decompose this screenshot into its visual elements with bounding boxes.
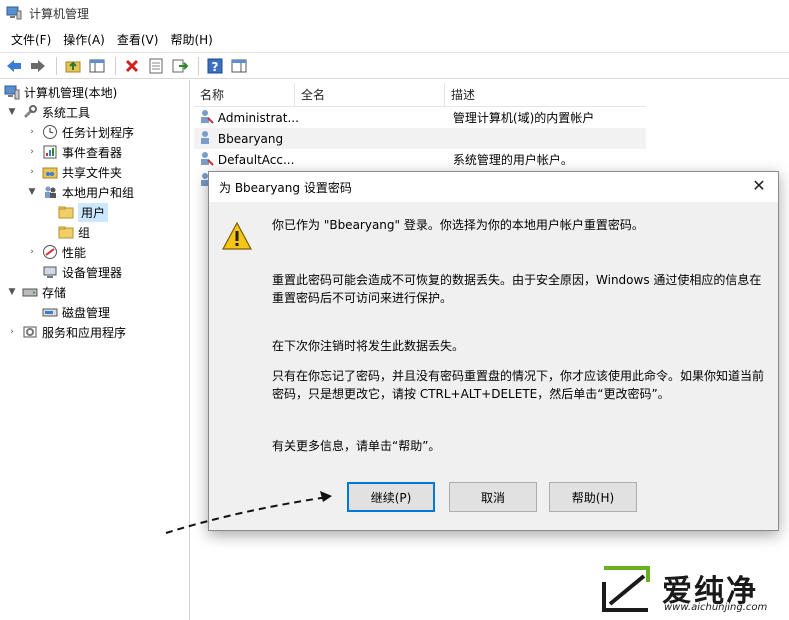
- computer-management-icon: [4, 84, 20, 100]
- toolbar-separator: [56, 56, 57, 75]
- services-icon: [22, 324, 38, 340]
- show-tree-icon[interactable]: [86, 56, 108, 76]
- tree-item-groups[interactable]: 组: [58, 222, 90, 242]
- tree-label: 服务和应用程序: [42, 325, 127, 340]
- performance-icon: [42, 244, 58, 260]
- cell-name: DefaultAcc...: [217, 152, 295, 167]
- dashed-arrow-annotation: [165, 491, 332, 534]
- forward-icon[interactable]: [27, 56, 49, 76]
- folder-icon: [58, 224, 74, 240]
- back-icon[interactable]: [3, 56, 25, 76]
- svg-text:?: ?: [212, 60, 219, 74]
- delete-icon[interactable]: [121, 56, 143, 76]
- tree-item-performance[interactable]: › 性能: [26, 242, 86, 262]
- event-viewer-icon: [42, 144, 58, 160]
- device-manager-icon: [42, 264, 58, 280]
- tree-label: 组: [78, 225, 91, 240]
- menu-view[interactable]: 查看(V): [112, 31, 164, 48]
- chevron-down-icon[interactable]: ▼: [6, 107, 18, 117]
- cell-name: Administrat...: [217, 110, 298, 125]
- cell-description: 系统管理的用户帐户。: [452, 153, 573, 167]
- menu-action[interactable]: 操作(A): [58, 31, 110, 48]
- tree-label: 用户: [78, 202, 109, 222]
- tree-label: 共享文件夹: [62, 165, 123, 180]
- toolbar: ?: [0, 52, 789, 79]
- storage-icon: [22, 284, 38, 300]
- close-icon[interactable]: ✕: [750, 177, 768, 195]
- title-bar: 计算机管理: [0, 0, 789, 26]
- tree-item-storage[interactable]: ▼ 存储: [6, 282, 66, 302]
- message-data-loss-warning: 重置此密码可能会造成不可恢复的数据丢失。由于安全原因，Windows 通过使相应…: [272, 273, 762, 305]
- properties-icon[interactable]: [145, 56, 167, 76]
- tree-item-root[interactable]: 计算机管理(本地): [4, 82, 117, 102]
- tree-label: 任务计划程序: [62, 125, 135, 140]
- cell-description: 管理计算机(域)的内置帐户: [452, 111, 595, 125]
- chevron-right-icon[interactable]: ›: [26, 247, 38, 257]
- tree-label: 磁盘管理: [62, 305, 111, 320]
- message-usage-advice: 只有在你忘记了密码，并且没有密码重置盘的情况下，你才应该使用此命令。如果你知道当…: [272, 369, 765, 401]
- tree-label: 计算机管理(本地): [24, 85, 118, 100]
- list-header: 名称 全名 描述: [194, 83, 646, 107]
- tree-label: 事件查看器: [62, 145, 123, 160]
- warning-icon: [221, 221, 253, 250]
- column-header-fullname[interactable]: 全名: [295, 83, 445, 107]
- column-header-description[interactable]: 描述: [445, 83, 646, 107]
- watermark-url: www.aichunjing.com: [664, 602, 768, 613]
- chevron-right-icon[interactable]: ›: [26, 147, 38, 157]
- dialog-title-bar: 为 Bbearyang 设置密码 ✕: [209, 172, 778, 202]
- tree-label: 性能: [62, 245, 87, 260]
- tree-label: 设备管理器: [62, 265, 123, 280]
- tree-item-shared-folders[interactable]: › 共享文件夹: [26, 162, 122, 182]
- user-icon: [198, 108, 216, 127]
- menu-help[interactable]: 帮助(H): [165, 31, 217, 48]
- cancel-button[interactable]: 取消: [449, 482, 537, 512]
- up-folder-icon[interactable]: [62, 56, 84, 76]
- window-title: 计算机管理: [29, 6, 90, 21]
- tree-label: 本地用户和组: [62, 185, 135, 200]
- users-group-icon: [42, 184, 58, 200]
- tree-label: 系统工具: [42, 105, 91, 120]
- tree-item-local-users[interactable]: ▼ 本地用户和组: [26, 182, 134, 202]
- chevron-down-icon[interactable]: ▼: [26, 187, 38, 197]
- set-password-dialog: 为 Bbearyang 设置密码 ✕ 你已作为 "Bbearyang" 登录。你…: [208, 171, 779, 531]
- toolbar-separator: [198, 56, 199, 75]
- tree-item-device-manager[interactable]: 设备管理器: [42, 262, 122, 282]
- disk-icon: [42, 304, 58, 320]
- chevron-right-icon[interactable]: ›: [6, 327, 18, 337]
- action-pane-icon[interactable]: [228, 56, 250, 76]
- tree-item-services-apps[interactable]: › 服务和应用程序: [6, 322, 126, 342]
- folder-icon: [58, 204, 74, 220]
- shared-folder-icon: [42, 164, 58, 180]
- tree-item-disk-management[interactable]: 磁盘管理: [42, 302, 110, 322]
- message-logout-notice: 在下次你注销时将发生此数据丢失。: [272, 339, 465, 353]
- tree-item-event-viewer[interactable]: › 事件查看器: [26, 142, 122, 162]
- tools-icon: [22, 104, 38, 120]
- column-header-name[interactable]: 名称: [194, 83, 295, 107]
- cell-name: Bbearyang: [217, 131, 284, 146]
- menu-file[interactable]: 文件(F): [6, 31, 56, 48]
- clock-icon: [42, 124, 58, 140]
- tree-item-users[interactable]: 用户: [58, 202, 109, 222]
- tree-item-task-scheduler[interactable]: › 任务计划程序: [26, 122, 134, 142]
- computer-management-icon: [6, 6, 22, 20]
- message-logged-in: 你已作为 "Bbearyang" 登录。你选择为你的本地用户帐户重置密码。: [272, 218, 644, 232]
- tree-label: 存储: [42, 285, 67, 300]
- user-icon: [198, 129, 216, 148]
- message-help-info: 有关更多信息，请单击“帮助”。: [272, 439, 441, 453]
- help-button[interactable]: 帮助(H): [549, 482, 637, 512]
- chevron-right-icon[interactable]: ›: [26, 127, 38, 137]
- export-icon[interactable]: [169, 56, 191, 76]
- table-row[interactable]: Administrat... 管理计算机(域)的内置帐户: [194, 107, 646, 128]
- toolbar-separator: [115, 56, 116, 75]
- tree-item-system-tools[interactable]: ▼ 系统工具: [6, 102, 90, 122]
- help-icon[interactable]: ?: [204, 56, 226, 76]
- table-row[interactable]: DefaultAcc... 系统管理的用户帐户。: [194, 149, 646, 170]
- table-row[interactable]: Bbearyang: [194, 128, 646, 149]
- chevron-right-icon[interactable]: ›: [26, 167, 38, 177]
- user-icon: [198, 150, 216, 169]
- chevron-down-icon[interactable]: ▼: [6, 287, 18, 297]
- continue-button[interactable]: 继续(P): [347, 482, 435, 512]
- dialog-title: 为 Bbearyang 设置密码: [219, 180, 352, 195]
- menu-bar: 文件(F) 操作(A) 查看(V) 帮助(H): [0, 28, 789, 50]
